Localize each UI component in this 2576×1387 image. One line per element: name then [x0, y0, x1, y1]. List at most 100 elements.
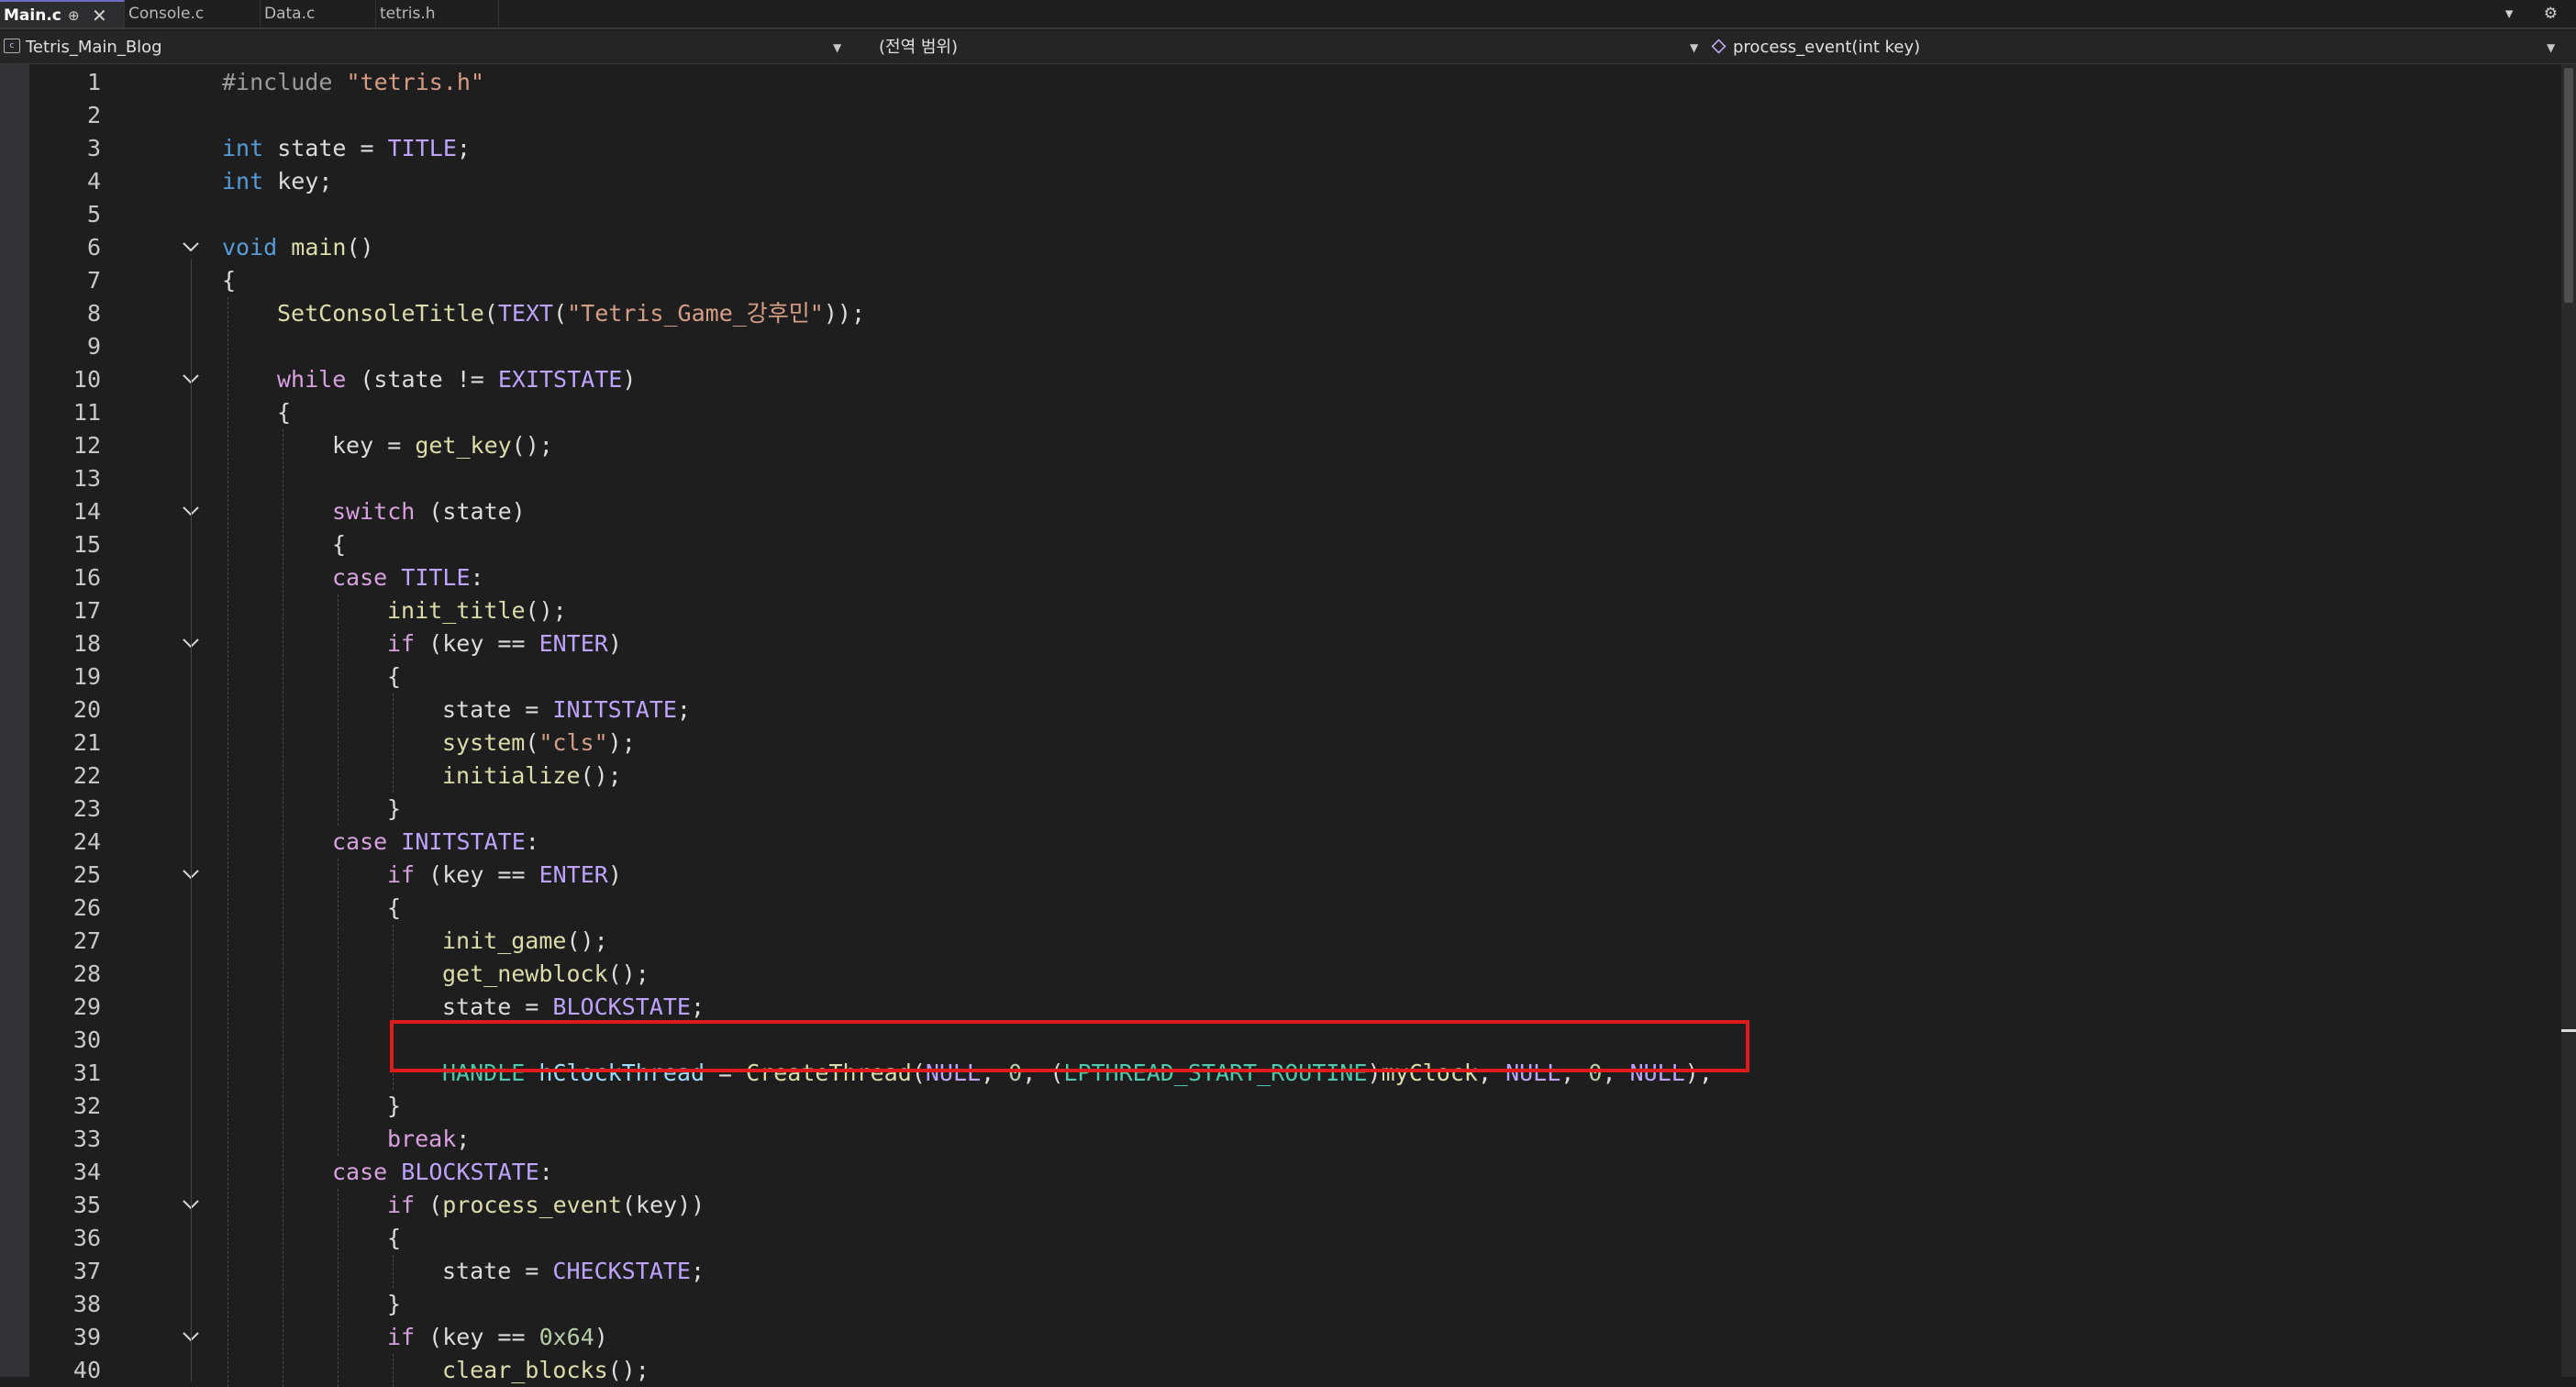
- code-line[interactable]: 27 init_game();: [29, 925, 2543, 958]
- code-line[interactable]: 1 #include "tetris.h": [29, 66, 2543, 99]
- code-line[interactable]: 34 case BLOCKSTATE:: [29, 1156, 2543, 1189]
- code-text: while (state != EXITSTATE): [277, 363, 636, 396]
- code-token: get_newblock: [442, 960, 608, 987]
- code-area[interactable]: 1 #include "tetris.h" 2 3 int state = TITLE;…: [29, 64, 2561, 1387]
- line-number: 1: [86, 69, 101, 95]
- code-text: if (key == 0x64): [387, 1321, 608, 1354]
- code-text: {: [332, 528, 346, 561]
- member-dropdown[interactable]: process_event(int key) ▼: [1711, 35, 2565, 61]
- code-line[interactable]: 38}: [29, 1288, 2543, 1321]
- code-token: {: [332, 531, 347, 558]
- code-line[interactable]: 23}: [29, 793, 2543, 826]
- code-token: :: [525, 828, 539, 855]
- code-editor[interactable]: 1 #include "tetris.h" 2 3 int state = TITLE;…: [0, 64, 2576, 1387]
- code-line[interactable]: 13: [29, 462, 2543, 495]
- code-line[interactable]: 8 SetConsoleTitle(TEXT("Tetris_Game_강후민")…: [29, 297, 2543, 330]
- code-text: initialize();: [442, 760, 622, 793]
- code-token: (: [483, 300, 498, 327]
- line-number: 23: [72, 795, 101, 822]
- code-line[interactable]: 3 int state = TITLE;: [29, 132, 2543, 165]
- code-line[interactable]: 17 init_title();: [29, 594, 2543, 627]
- tab-main-c[interactable]: Main.c ⊕ ✕: [0, 0, 125, 28]
- code-line[interactable]: 12 key = get_key();: [29, 429, 2543, 462]
- code-text: case BLOCKSTATE:: [332, 1156, 553, 1189]
- code-line[interactable]: 9: [29, 330, 2543, 363]
- code-line[interactable]: 10 while (state != EXITSTATE): [29, 363, 2543, 396]
- code-token: clear_blocks: [442, 1357, 608, 1383]
- code-text: get_newblock();: [442, 958, 650, 991]
- code-token: BLOCKSTATE: [401, 1159, 539, 1185]
- indicator-margin: [0, 64, 29, 1377]
- code-line[interactable]: 15 {: [29, 528, 2543, 561]
- code-line[interactable]: 5: [29, 198, 2543, 231]
- code-line[interactable]: 28 get_newblock();: [29, 958, 2543, 991]
- code-token: #include: [222, 69, 347, 95]
- code-token: key;: [263, 168, 333, 194]
- code-token: ;: [690, 1258, 705, 1284]
- scrollbar-thumb[interactable]: [2564, 68, 2573, 303]
- code-token: :: [539, 1159, 553, 1185]
- code-token: CHECKSTATE: [552, 1258, 691, 1284]
- code-line[interactable]: 16 case TITLE:: [29, 561, 2543, 594]
- line-number: 4: [86, 168, 101, 194]
- code-token: (key ==: [415, 861, 539, 888]
- code-token: get_key: [415, 432, 512, 459]
- code-line[interactable]: 32}: [29, 1090, 2543, 1123]
- code-line[interactable]: 36 {: [29, 1222, 2543, 1255]
- code-line[interactable]: 20 state = INITSTATE;: [29, 694, 2543, 727]
- code-line[interactable]: 37 state = CHECKSTATE;: [29, 1255, 2543, 1288]
- code-line[interactable]: 2: [29, 99, 2543, 132]
- line-number: 21: [72, 729, 101, 756]
- code-token: ();: [607, 960, 650, 987]
- code-text: case INITSTATE:: [332, 826, 539, 859]
- code-text: {: [222, 264, 236, 297]
- tab-tetris-h[interactable]: tetris.h: [376, 0, 499, 28]
- code-line[interactable]: 11 {: [29, 396, 2543, 429]
- vertical-scrollbar[interactable]: [2561, 64, 2576, 1377]
- code-line[interactable]: 35 if (process_event(key)): [29, 1189, 2543, 1222]
- project-dropdown[interactable]: c Tetris_Main_Blog ▼: [4, 35, 848, 61]
- code-token: case: [332, 828, 388, 855]
- code-line[interactable]: 4 int key;: [29, 165, 2543, 198]
- outlining-margin-line: [191, 259, 192, 1381]
- code-line[interactable]: 39 if (key == 0x64): [29, 1321, 2543, 1354]
- code-line[interactable]: 24 case INITSTATE:: [29, 826, 2543, 859]
- code-line[interactable]: 29 state = BLOCKSTATE;: [29, 991, 2543, 1024]
- tab-overflow-menu[interactable]: ▾ ⚙: [2505, 0, 2570, 28]
- code-token: (: [415, 1192, 443, 1218]
- code-text: switch (state): [332, 495, 526, 528]
- code-text: SetConsoleTitle(TEXT("Tetris_Game_강후민"))…: [277, 297, 865, 330]
- code-token: init_game: [442, 927, 567, 954]
- code-line[interactable]: 33 break;: [29, 1123, 2543, 1156]
- indent-guide: [338, 859, 339, 1156]
- code-line[interactable]: 18 if (key == ENTER): [29, 627, 2543, 660]
- scope-dropdown[interactable]: (전역 범위) ▼: [879, 35, 1701, 61]
- code-text: break;: [387, 1123, 470, 1156]
- code-token: ();: [580, 762, 622, 789]
- code-line[interactable]: 14 switch (state): [29, 495, 2543, 528]
- code-token: SetConsoleTitle: [277, 300, 484, 327]
- code-token: (): [346, 234, 374, 261]
- close-icon[interactable]: ✕: [92, 2, 107, 29]
- pin-icon[interactable]: ⊕: [68, 2, 80, 29]
- code-token: {: [277, 399, 292, 426]
- code-line[interactable]: 21 system("cls");: [29, 727, 2543, 760]
- code-text: {: [277, 396, 291, 429]
- code-line[interactable]: 19 {: [29, 660, 2543, 694]
- code-line[interactable]: 40 clear_blocks();: [29, 1354, 2543, 1387]
- code-text: case TITLE:: [332, 561, 484, 594]
- code-line[interactable]: 25 if (key == ENTER): [29, 859, 2543, 892]
- tab-label: tetris.h: [380, 5, 436, 23]
- code-token: ): [607, 861, 622, 888]
- tab-console-c[interactable]: Console.c: [125, 0, 261, 28]
- code-line[interactable]: 26 {: [29, 892, 2543, 925]
- code-text: }: [387, 793, 401, 826]
- code-line[interactable]: 6 void main(): [29, 231, 2543, 264]
- code-line[interactable]: 7{: [29, 264, 2543, 297]
- code-line[interactable]: 22 initialize();: [29, 760, 2543, 793]
- code-token: ();: [525, 597, 567, 624]
- line-number: 37: [72, 1258, 101, 1284]
- tab-data-c[interactable]: Data.c: [261, 0, 376, 28]
- highlight-annotation-box: [390, 1020, 1749, 1072]
- code-token: init_title: [387, 597, 526, 624]
